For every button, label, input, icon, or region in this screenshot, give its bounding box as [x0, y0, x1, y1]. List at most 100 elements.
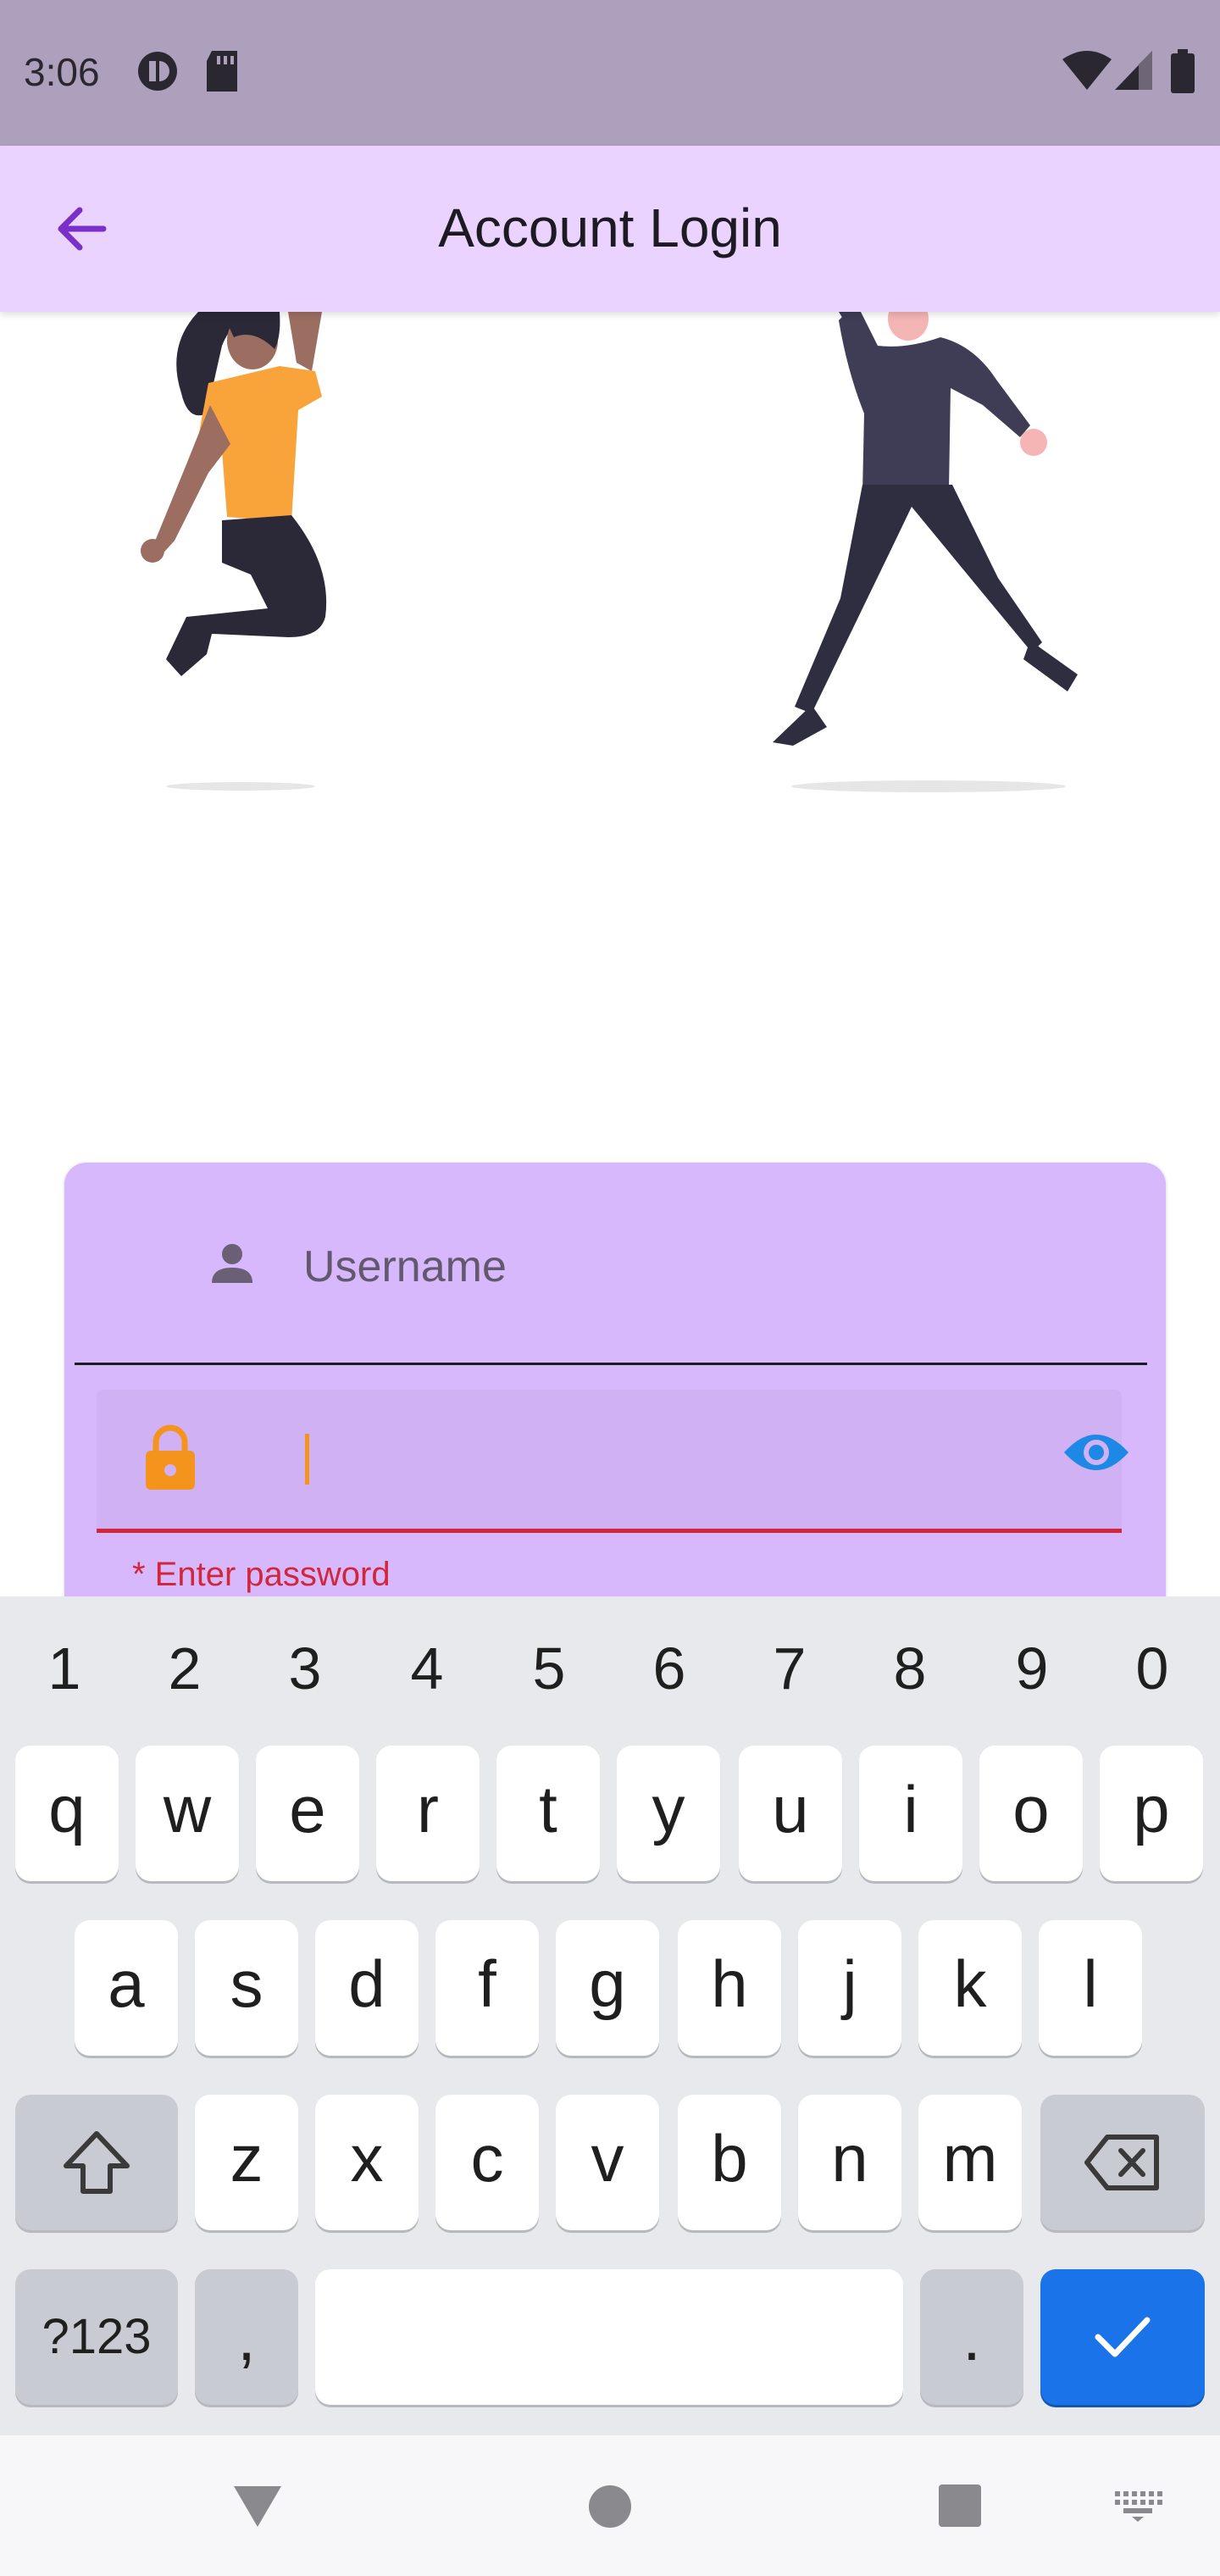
backspace-key[interactable] [1040, 2095, 1205, 2230]
keyboard-switch-icon[interactable] [1113, 2490, 1162, 2523]
key-h[interactable]: h [678, 1920, 781, 2056]
key-label: q [48, 1772, 86, 1846]
status-bar: 3:06 [0, 0, 1220, 146]
data-saver-icon [138, 52, 177, 91]
backspace-icon [1084, 2135, 1159, 2190]
password-error-underline [97, 1529, 1122, 1533]
key-label: d [348, 1946, 385, 2021]
eye-icon[interactable] [1062, 1429, 1130, 1476]
key-q[interactable]: q [15, 1746, 119, 1881]
key-4[interactable]: 4 [368, 1630, 486, 1707]
comma-key[interactable]: , [195, 2269, 298, 2405]
key-r[interactable]: r [376, 1746, 480, 1881]
wifi-icon [1062, 51, 1112, 90]
key-label: x [350, 2121, 384, 2196]
status-time: 3:06 [24, 50, 100, 94]
key-label: z [230, 2121, 263, 2196]
man-figure [773, 312, 1078, 746]
key-label: . [962, 2300, 981, 2374]
jumping-people-illustration [141, 312, 1078, 792]
signal-icon [1115, 51, 1152, 90]
key-label: n [831, 2121, 868, 2196]
key-m[interactable]: m [918, 2095, 1022, 2230]
password-field[interactable] [97, 1390, 1128, 1530]
number-row: 1 2 3 4 5 6 7 8 9 0 [0, 1630, 1220, 1707]
key-0[interactable]: 0 [1093, 1630, 1212, 1707]
key-n[interactable]: n [798, 2095, 901, 2230]
shift-icon [64, 2131, 130, 2194]
key-label: g [589, 1946, 626, 2021]
key-e[interactable]: e [256, 1746, 359, 1881]
key-label: w [163, 1772, 212, 1846]
key-label: h [711, 1946, 748, 2021]
key-y[interactable]: y [617, 1746, 720, 1881]
check-icon [1095, 2317, 1151, 2357]
key-label: f [478, 1946, 496, 2021]
woman-figure [141, 312, 327, 676]
key-1[interactable]: 1 [5, 1630, 124, 1707]
enter-key[interactable] [1040, 2269, 1205, 2405]
key-label: c [470, 2121, 504, 2196]
back-triangle-icon[interactable] [230, 2483, 285, 2530]
key-label: , [237, 2300, 256, 2374]
app-bar: Account Login [0, 146, 1220, 312]
key-label: a [108, 1946, 145, 2021]
lock-icon [146, 1424, 195, 1490]
username-underline [75, 1363, 1147, 1365]
key-label: l [1083, 1946, 1098, 2021]
key-p[interactable]: p [1100, 1746, 1203, 1881]
key-u[interactable]: u [739, 1746, 842, 1881]
period-key[interactable]: . [920, 2269, 1023, 2405]
key-5[interactable]: 5 [490, 1630, 608, 1707]
symbols-key[interactable]: ?123 [15, 2269, 178, 2405]
password-input[interactable] [232, 1424, 964, 1498]
key-i[interactable]: i [859, 1746, 962, 1881]
key-d[interactable]: d [315, 1920, 419, 2056]
key-s[interactable]: s [195, 1920, 298, 2056]
key-label: e [289, 1772, 326, 1846]
key-6[interactable]: 6 [610, 1630, 729, 1707]
key-label: y [652, 1772, 685, 1846]
key-label: i [903, 1772, 918, 1846]
key-8[interactable]: 8 [851, 1630, 969, 1707]
person-icon [212, 1244, 252, 1283]
key-3[interactable]: 3 [246, 1630, 364, 1707]
space-key[interactable] [315, 2269, 903, 2405]
key-label: t [539, 1772, 557, 1846]
key-9[interactable]: 9 [973, 1630, 1091, 1707]
key-v[interactable]: v [556, 2095, 659, 2230]
key-t[interactable]: t [496, 1746, 600, 1881]
shift-key[interactable] [15, 2095, 178, 2230]
battery-icon [1171, 49, 1195, 93]
key-j[interactable]: j [798, 1920, 901, 2056]
key-label: m [942, 2121, 998, 2196]
key-label: p [1133, 1772, 1170, 1846]
navigation-bar [0, 2435, 1220, 2576]
key-z[interactable]: z [195, 2095, 298, 2230]
key-label: j [842, 1946, 857, 2021]
key-label: u [772, 1772, 809, 1846]
key-l[interactable]: l [1039, 1920, 1142, 2056]
key-c[interactable]: c [435, 2095, 539, 2230]
key-label: s [230, 1946, 263, 2021]
on-screen-keyboard: 1 2 3 4 5 6 7 8 9 0 q w e r t y u i o p … [0, 1596, 1220, 2435]
key-label: v [591, 2121, 624, 2196]
key-2[interactable]: 2 [125, 1630, 244, 1707]
username-input[interactable] [302, 1232, 1068, 1302]
key-g[interactable]: g [556, 1920, 659, 2056]
key-label: ?123 [42, 2309, 152, 2364]
key-f[interactable]: f [435, 1920, 539, 2056]
key-k[interactable]: k [918, 1920, 1022, 2056]
recents-square-icon[interactable] [937, 2483, 983, 2529]
key-w[interactable]: w [136, 1746, 239, 1881]
home-circle-icon[interactable] [586, 2483, 634, 2530]
key-a[interactable]: a [75, 1920, 178, 2056]
key-o[interactable]: o [979, 1746, 1083, 1881]
key-b[interactable]: b [678, 2095, 781, 2230]
key-label: b [711, 2121, 748, 2196]
password-error-text: * Enter password [132, 1556, 391, 1593]
username-field[interactable] [73, 1163, 1145, 1363]
key-label: o [1012, 1772, 1050, 1846]
key-x[interactable]: x [315, 2095, 419, 2230]
key-7[interactable]: 7 [730, 1630, 849, 1707]
